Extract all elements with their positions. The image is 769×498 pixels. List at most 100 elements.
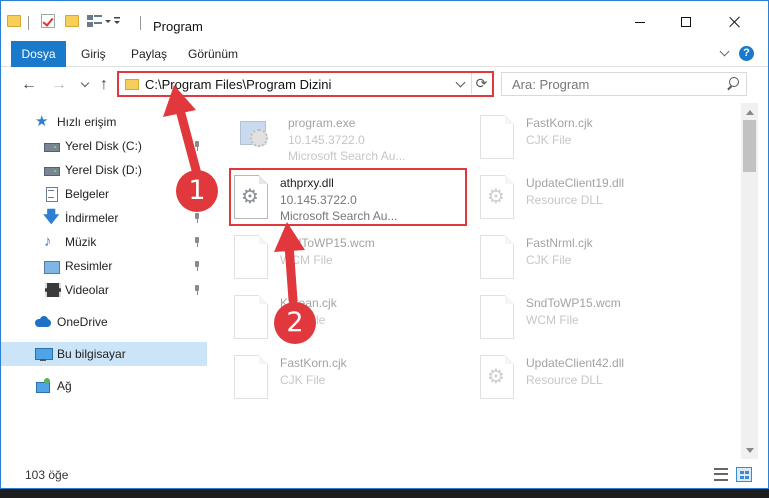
cloud-icon: [35, 314, 51, 330]
file-name: FastKorn.cjk: [526, 116, 593, 130]
sidebar-item-label: OneDrive: [57, 315, 108, 329]
tab-home[interactable]: Giriş: [81, 41, 106, 67]
tab-view[interactable]: Görünüm: [188, 41, 238, 67]
file-type: WCM File: [526, 313, 579, 327]
new-folder-icon[interactable]: [65, 15, 79, 27]
search-icon[interactable]: [726, 77, 740, 91]
list-item[interactable]: FastNrml.cjk CJK File: [474, 231, 710, 291]
sidebar-item-label: Belgeler: [65, 187, 110, 201]
list-item[interactable]: UpdateClient42.dll Resource DLL: [474, 351, 710, 411]
file-icon: [480, 295, 514, 339]
tab-share[interactable]: Paylaş: [131, 41, 167, 67]
file-description: Microsoft Search Au...: [288, 149, 406, 163]
ribbon: Dosya Giriş Paylaş Görünüm ?: [1, 41, 768, 67]
dll-file-icon: [480, 175, 514, 219]
annotation-badge-1: 1: [176, 170, 218, 212]
explorer-window: Program Dosya Giriş Paylaş Görünüm ? ← →…: [0, 0, 769, 489]
chevron-down-icon[interactable]: [456, 79, 466, 89]
sidebar-item-this-pc[interactable]: Bu bilgisayar: [1, 342, 207, 366]
folder-icon: [7, 15, 21, 27]
pictures-icon: [43, 258, 60, 274]
maximize-button[interactable]: [663, 9, 709, 35]
download-icon: 🡇: [43, 209, 60, 226]
pin-icon[interactable]: [193, 261, 201, 271]
computer-icon: [35, 346, 53, 362]
network-icon: [35, 378, 51, 394]
sidebar-item-label: Ağ: [57, 379, 72, 393]
sidebar-item-label: Yerel Disk (D:): [65, 163, 142, 177]
sidebar-item-music[interactable]: ♪ Müzik: [1, 230, 207, 254]
desktop-strip: [0, 489, 769, 498]
status-bar: 103 öğe: [1, 459, 768, 488]
list-item[interactable]: SndToWP15.wcm WCM File: [474, 291, 710, 351]
file-name: program.exe: [288, 116, 356, 130]
sidebar-item-pictures[interactable]: Resimler: [1, 254, 207, 278]
sidebar-item-label: Resimler: [65, 259, 113, 273]
list-item[interactable]: SndToWP15.wcm WCM File: [228, 231, 464, 291]
refresh-button[interactable]: ⟳: [471, 73, 491, 94]
file-name: SndToWP15.wcm: [280, 236, 375, 250]
sidebar-item-label: Hızlı erişim: [57, 115, 117, 129]
file-name: UpdateClient42.dll: [526, 356, 625, 370]
list-item[interactable]: program.exe 10.145.3722.0 Microsoft Sear…: [228, 111, 464, 171]
pin-icon[interactable]: [193, 237, 201, 247]
annotation-badge-2: 2: [274, 302, 316, 344]
search-placeholder: Ara: Program: [512, 77, 590, 92]
scroll-down-icon[interactable]: [741, 442, 758, 459]
pin-icon[interactable]: [193, 213, 201, 223]
sidebar-item-label: Bu bilgisayar: [57, 347, 126, 361]
file-name: SndToWP15.wcm: [526, 296, 621, 310]
chevron-down-icon[interactable]: [720, 47, 730, 57]
sidebar-item-network[interactable]: Ağ: [1, 374, 207, 398]
sidebar-item-downloads[interactable]: 🡇 İndirmeler: [1, 206, 207, 230]
address-path[interactable]: C:\Program Files\Program Dizini: [145, 77, 331, 92]
search-input[interactable]: Ara: Program: [501, 72, 747, 96]
help-icon[interactable]: ?: [739, 46, 754, 61]
back-button[interactable]: ←: [19, 75, 39, 95]
address-bar[interactable]: C:\Program Files\Program Dizini ⟳: [117, 71, 494, 97]
file-version: 10.145.3722.0: [288, 133, 365, 147]
scroll-up-icon[interactable]: [741, 103, 758, 120]
list-item[interactable]: UpdateClient19.dll Resource DLL: [474, 171, 710, 231]
window-title: Program: [153, 19, 203, 34]
music-icon: ♪: [44, 233, 52, 250]
list-item[interactable]: Korean.cjk CJK File: [228, 291, 464, 351]
pin-icon[interactable]: [193, 141, 201, 151]
properties-icon[interactable]: [41, 14, 55, 28]
sidebar-item-label: Yerel Disk (C:): [65, 139, 142, 153]
minimize-button[interactable]: [617, 9, 663, 35]
file-type: CJK File: [526, 253, 572, 267]
close-button[interactable]: [712, 9, 758, 35]
up-button[interactable]: ↑: [94, 75, 114, 95]
sidebar-item-local-disk-d[interactable]: Yerel Disk (D:): [1, 158, 207, 182]
file-icon: [480, 115, 514, 159]
sidebar-item-local-disk-c[interactable]: Yerel Disk (C:): [1, 134, 207, 158]
customize-toolbar-icon: [87, 15, 120, 27]
details-view-icon[interactable]: [714, 468, 728, 481]
vertical-scrollbar[interactable]: [741, 103, 758, 459]
title-bar: Program: [1, 1, 768, 41]
maximize-icon: [681, 17, 691, 27]
scrollbar-thumb[interactable]: [743, 120, 756, 172]
tab-file[interactable]: Dosya: [11, 41, 66, 67]
list-item[interactable]: FastKorn.cjk CJK File: [228, 351, 464, 411]
sidebar-item-onedrive[interactable]: OneDrive: [1, 310, 207, 334]
quick-access-toolbar-dropdown[interactable]: [87, 13, 121, 29]
navigation-bar: ← → ↑ C:\Program Files\Program Dizini ⟳ …: [1, 67, 768, 103]
sidebar-item-quick-access[interactable]: ★ Hızlı erişim: [1, 110, 207, 134]
forward-button[interactable]: →: [49, 75, 69, 95]
pin-icon[interactable]: [193, 285, 201, 295]
close-icon: [729, 16, 741, 28]
folder-icon: [125, 79, 139, 90]
file-icon: [234, 295, 268, 339]
tiles-view-icon[interactable]: [736, 467, 752, 482]
file-list: program.exe 10.145.3722.0 Microsoft Sear…: [208, 103, 741, 459]
sidebar-item-videos[interactable]: Videolar: [1, 278, 207, 302]
chevron-down-icon[interactable]: [81, 80, 89, 88]
file-name: FastKorn.cjk: [280, 356, 347, 370]
divider: [140, 16, 141, 30]
list-item[interactable]: FastKorn.cjk CJK File: [474, 111, 710, 171]
documents-icon: [43, 186, 59, 202]
file-type: WCM File: [280, 253, 333, 267]
sidebar-item-label: İndirmeler: [65, 211, 119, 225]
